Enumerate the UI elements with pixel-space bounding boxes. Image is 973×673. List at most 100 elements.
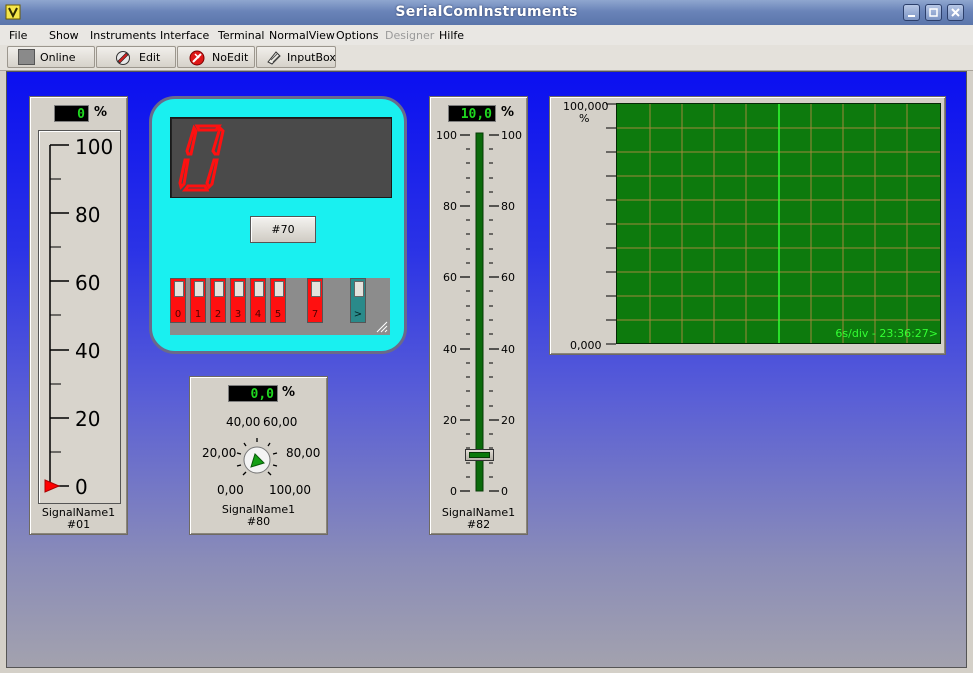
- noedit-icon: [189, 50, 205, 66]
- switch-lever: [214, 281, 224, 297]
- scope-yunit-label: %: [579, 112, 590, 125]
- segment-button-70[interactable]: #70: [250, 216, 316, 243]
- online-button[interactable]: Online: [7, 46, 95, 68]
- switch-lever: [354, 281, 364, 297]
- thermometer-tick-label: 60: [75, 271, 101, 295]
- knob-label-40: 40,00: [226, 415, 261, 429]
- switch-lever: [234, 281, 244, 297]
- menu-show[interactable]: Show: [49, 29, 79, 42]
- toolbar: Online Edit NoEdit InputBox: [0, 45, 973, 71]
- oscilloscope-instrument[interactable]: 100,000 % 0,000 6s/div - 23:36:27>: [549, 96, 946, 355]
- minimize-icon: [908, 15, 915, 17]
- menu-terminal[interactable]: Terminal: [218, 29, 265, 42]
- slider-tick-left: 0: [450, 485, 457, 498]
- slider-id: #82: [466, 518, 491, 531]
- scope-status: 6s/div - 23:36:27>: [835, 327, 938, 340]
- switch-lever: [174, 281, 184, 297]
- switch-2[interactable]: 2: [210, 278, 226, 323]
- slider-handle[interactable]: [465, 449, 494, 462]
- thermometer-instrument[interactable]: 0 % 100 80 60 40 20 0 SignalName1 #01: [29, 96, 128, 535]
- slider-tick-right: 100: [501, 129, 522, 142]
- slider-instrument[interactable]: 10,0 % 100 100 80 80 60 60 40 40 20 20 0…: [429, 96, 528, 535]
- maximize-button[interactable]: [925, 4, 942, 21]
- switch-7[interactable]: 7: [307, 278, 323, 323]
- knob-instrument[interactable]: 0,0 % 40,00 60,00 20,00 80,00 0,00 100,0…: [189, 376, 328, 535]
- slider-tick-right: 60: [501, 271, 515, 284]
- thermometer-tick-lines: [44, 144, 69, 493]
- knob-label-60: 60,00: [263, 415, 298, 429]
- instrument-canvas: 0 % 100 80 60 40 20 0 SignalName1 #01 #7…: [6, 71, 967, 668]
- slider-handle-grip: [469, 452, 490, 459]
- menu-options[interactable]: Options: [336, 29, 378, 42]
- switch-label: 4: [254, 309, 262, 320]
- switch-3[interactable]: 3: [230, 278, 246, 323]
- minimize-button[interactable]: [903, 4, 920, 21]
- thermometer-display: 0: [54, 105, 89, 122]
- slider-unit: %: [501, 105, 515, 120]
- switch-4[interactable]: 4: [250, 278, 266, 323]
- switch-lever: [311, 281, 321, 297]
- knob-display: 0,0: [228, 385, 278, 402]
- edit-label: Edit: [139, 51, 161, 64]
- thermometer-pointer: [44, 479, 61, 493]
- slider-tick-left: 100: [436, 129, 457, 142]
- knob-label-100: 100,00: [269, 483, 311, 497]
- thermometer-tick-label: 20: [75, 407, 101, 431]
- resize-grip-icon[interactable]: [376, 321, 388, 333]
- switch-0[interactable]: 0: [170, 278, 186, 323]
- switch-label: 5: [274, 309, 282, 320]
- noedit-label: NoEdit: [212, 51, 249, 64]
- menu-normalview[interactable]: NormalView: [269, 29, 335, 42]
- edit-button[interactable]: Edit: [96, 46, 176, 68]
- scope-grid: [617, 104, 940, 343]
- title-bar[interactable]: SerialComInstruments: [0, 0, 973, 25]
- segment-display-panel[interactable]: 0 #70 0 1 2 3: [149, 96, 407, 354]
- thermometer-scale: 100 80 60 40 20 0: [38, 130, 121, 504]
- slider-tick-right: 0: [501, 485, 508, 498]
- slider-tick-right: 20: [501, 414, 515, 427]
- maximize-icon: [929, 8, 938, 17]
- thermometer-tick-label: 0: [75, 475, 88, 499]
- slider-tick-right: 40: [501, 343, 515, 356]
- edit-icon: [116, 51, 130, 65]
- seven-segment-digit: [178, 124, 225, 192]
- thermometer-tick-label: 80: [75, 203, 101, 227]
- slider-tick-left: 60: [443, 271, 457, 284]
- scope-ymin-label: 0,000: [570, 339, 602, 352]
- menu-instruments[interactable]: Instruments: [90, 29, 156, 42]
- switch-arrow[interactable]: >: [350, 278, 366, 323]
- knob-unit: %: [282, 385, 296, 400]
- online-label: Online: [40, 51, 76, 64]
- slider-tick-left: 20: [443, 414, 457, 427]
- thermometer-id: #01: [66, 518, 91, 531]
- menu-file[interactable]: File: [9, 29, 27, 42]
- switch-label: 2: [214, 309, 222, 320]
- menu-interface[interactable]: Interface: [160, 29, 209, 42]
- switch-lever: [254, 281, 264, 297]
- knob-label-20: 20,00: [202, 446, 237, 460]
- segment-display: 0: [170, 117, 392, 198]
- slider-tick-left: 40: [443, 343, 457, 356]
- scope-y-ticks: [606, 103, 616, 345]
- inputbox-button[interactable]: InputBox: [256, 46, 336, 68]
- switch-label: 1: [194, 309, 202, 320]
- switch-label: 0: [174, 309, 182, 320]
- knob-id: #80: [246, 515, 271, 528]
- switch-lever: [274, 281, 284, 297]
- menu-hilfe[interactable]: Hilfe: [439, 29, 464, 42]
- switch-1[interactable]: 1: [190, 278, 206, 323]
- switch-label: 3: [234, 309, 242, 320]
- knob-label-0: 0,00: [217, 483, 244, 497]
- window-title: SerialComInstruments: [395, 4, 578, 20]
- inputbox-label: InputBox: [287, 51, 336, 64]
- switch-bank: 0 1 2 3 4 5 7 >: [170, 278, 390, 335]
- noedit-button[interactable]: NoEdit: [177, 46, 255, 68]
- thermometer-tick-label: 40: [75, 339, 101, 363]
- inputbox-icon: [267, 51, 281, 65]
- rotary-knob[interactable]: [234, 436, 280, 482]
- close-icon: [951, 8, 960, 17]
- switch-5[interactable]: 5: [270, 278, 286, 323]
- menu-designer: Designer: [385, 29, 435, 42]
- slider-tick-right: 80: [501, 200, 515, 213]
- close-button[interactable]: [947, 4, 964, 21]
